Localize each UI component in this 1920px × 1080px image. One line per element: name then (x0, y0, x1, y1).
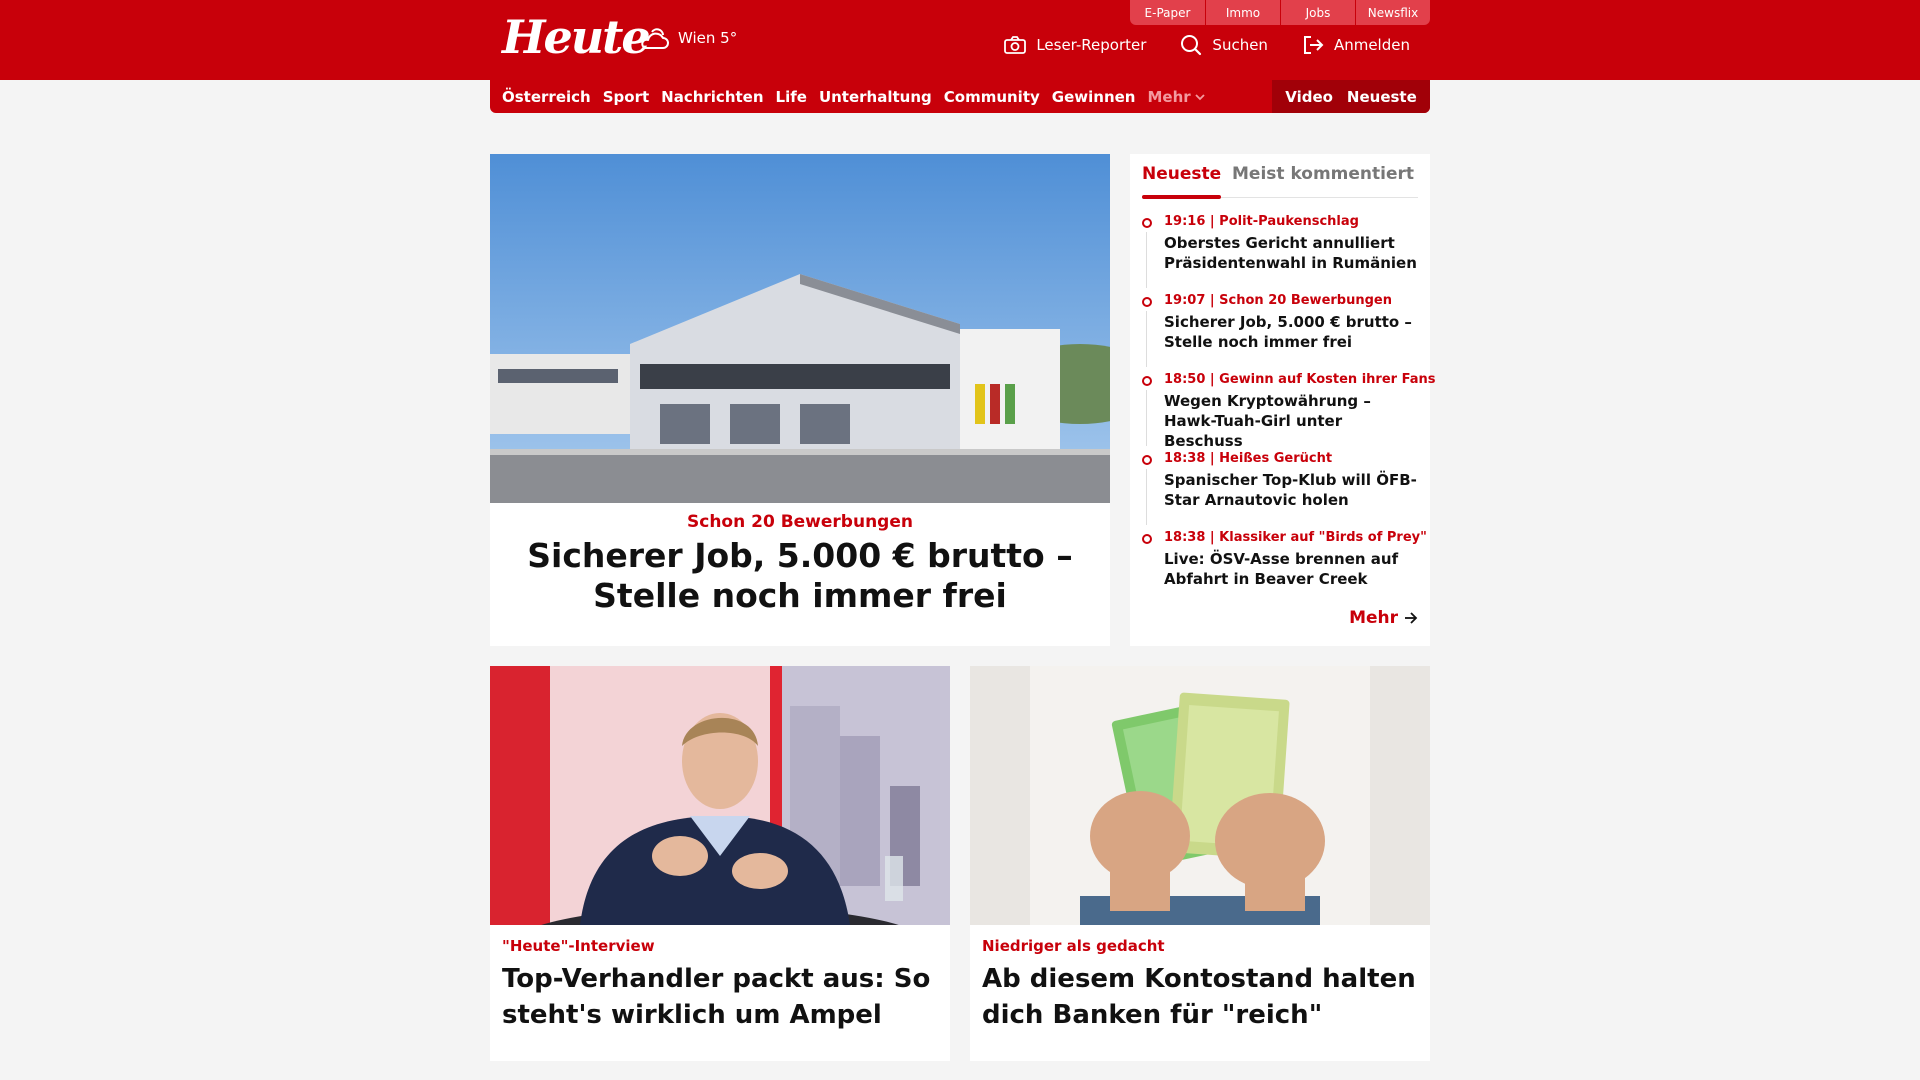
camera-icon (1004, 36, 1027, 54)
sidebar-more-label: Mehr (1349, 608, 1398, 628)
timeline-line (1146, 390, 1147, 446)
interview-photo-illustration (490, 666, 950, 925)
leser-reporter-label: Leser-Reporter (1036, 36, 1147, 54)
feed-item-title[interactable]: Live: ÖSV-Asse brennen auf Abfahrt in Be… (1164, 549, 1422, 589)
article-card-banks[interactable]: Niedriger als gedacht Ab diesem Kontosta… (970, 666, 1430, 1061)
news-feed: 19:16 | Polit-Paukenschlag Oberstes Geri… (1142, 214, 1436, 609)
header-actions: Leser-Reporter Suchen Anmelden (1004, 34, 1410, 56)
feed-item-title[interactable]: Wegen Kryptowährung – Hawk-Tuah-Girl unt… (1164, 391, 1422, 451)
feed-item-meta: 19:07 | Schon 20 Bewerbungen (1164, 293, 1392, 308)
weather-widget[interactable]: Wien 5° (638, 24, 737, 52)
feed-item-meta: 18:38 | Klassiker auf "Birds of Prey" (1164, 530, 1427, 545)
leser-reporter-button[interactable]: Leser-Reporter (1004, 36, 1146, 54)
login-button[interactable]: Anmelden (1302, 35, 1410, 55)
login-icon (1303, 36, 1324, 54)
search-label: Suchen (1212, 36, 1268, 54)
search-button[interactable]: Suchen (1180, 34, 1268, 56)
nav-item-life[interactable]: Life (776, 88, 807, 106)
login-label: Anmelden (1333, 36, 1410, 54)
search-icon (1181, 35, 1202, 56)
feed-item-meta: 19:16 | Polit-Paukenschlag (1164, 214, 1359, 229)
timeline-dot-icon (1142, 297, 1152, 307)
article-card-title[interactable]: Top-Verhandler packt aus: So steht's wir… (502, 961, 938, 1033)
hero-image[interactable] (490, 154, 1110, 503)
nav-right-group: Video Neueste (1272, 80, 1430, 113)
nav-more-dropdown[interactable]: Mehr (1147, 87, 1205, 106)
nav-item-neueste[interactable]: Neueste (1347, 88, 1417, 106)
hero-kicker: Schon 20 Bewerbungen (687, 512, 913, 532)
site-logo[interactable]: Heute (502, 12, 651, 62)
nav-items: Österreich Sport Nachrichten Life Unterh… (502, 80, 1205, 113)
weather-text: Wien 5° (678, 29, 738, 47)
nav-item-gewinnen[interactable]: Gewinnen (1052, 88, 1136, 106)
service-tab-newsflix[interactable]: Newsflix (1355, 0, 1430, 25)
nav-item-oesterreich[interactable]: Österreich (502, 88, 591, 106)
timeline-line (1146, 232, 1147, 288)
nav-item-nachrichten[interactable]: Nachrichten (661, 88, 763, 106)
money-photo-illustration (970, 666, 1430, 925)
timeline-line (1146, 469, 1147, 525)
sidebar-tabs: Neueste Meist kommentiert (1142, 154, 1418, 199)
article-card-interview[interactable]: "Heute"-Interview Top-Verhandler packt a… (490, 666, 950, 1061)
article-card-image[interactable] (490, 666, 950, 925)
feed-item-title[interactable]: Spanischer Top-Klub will ÖFB-Star Arnaut… (1164, 470, 1422, 510)
timeline-dot-icon (1142, 534, 1152, 544)
service-tab-jobs[interactable]: Jobs (1280, 0, 1355, 25)
chevron-down-icon (1195, 93, 1205, 100)
feed-item[interactable]: 19:16 | Polit-Paukenschlag Oberstes Geri… (1142, 214, 1422, 293)
timeline-dot-icon (1142, 455, 1152, 465)
feed-item-meta: 18:50 | Gewinn auf Kosten ihrer Fans (1164, 372, 1436, 387)
latest-news-sidebar: Neueste Meist kommentiert 19:16 | Polit-… (1130, 154, 1436, 646)
feed-item[interactable]: 18:50 | Gewinn auf Kosten ihrer Fans Weg… (1142, 372, 1436, 451)
nav-more-label: Mehr (1147, 87, 1191, 106)
hero-title[interactable]: Sicherer Job, 5.000 € brutto – Stelle no… (510, 536, 1090, 616)
service-tab-immo[interactable]: Immo (1205, 0, 1280, 25)
article-card-kicker: "Heute"-Interview (502, 937, 655, 955)
service-tabs: E-Paper Immo Jobs Newsflix (1130, 0, 1430, 25)
sidebar-more-link[interactable]: Mehr (1349, 608, 1418, 628)
article-card-kicker: Niedriger als gedacht (982, 937, 1165, 955)
timeline-line (1146, 311, 1147, 367)
article-card-title[interactable]: Ab diesem Kontostand halten dich Banken … (982, 961, 1418, 1033)
header-inner: Heute Wien 5° E-Paper Immo Jobs Newsflix… (490, 0, 1430, 80)
service-tab-epaper[interactable]: E-Paper (1130, 0, 1205, 25)
feed-item-title[interactable]: Sicherer Job, 5.000 € brutto – Stelle no… (1164, 312, 1422, 352)
hero-photo-illustration (490, 154, 1110, 503)
feed-item-title[interactable]: Oberstes Gericht annulliert Präsidentenw… (1164, 233, 1422, 273)
feed-item[interactable]: 19:07 | Schon 20 Bewerbungen Sicherer Jo… (1142, 293, 1422, 372)
nav-item-video[interactable]: Video (1285, 88, 1333, 106)
nav-item-sport[interactable]: Sport (603, 88, 649, 106)
arrow-right-icon (1405, 612, 1418, 624)
hero-article[interactable]: Schon 20 Bewerbungen Sicherer Job, 5.000… (490, 154, 1110, 646)
feed-item[interactable]: 18:38 | Heißes Gerücht Spanischer Top-Kl… (1142, 451, 1422, 530)
timeline-dot-icon (1142, 376, 1152, 386)
article-card-image[interactable] (970, 666, 1430, 925)
feed-item[interactable]: 18:38 | Klassiker auf "Birds of Prey" Li… (1142, 530, 1427, 609)
feed-item-meta: 18:38 | Heißes Gerücht (1164, 451, 1333, 466)
tab-neueste[interactable]: Neueste (1142, 164, 1222, 199)
nav-item-community[interactable]: Community (944, 88, 1040, 106)
cloud-sun-icon (641, 28, 669, 49)
nav-item-unterhaltung[interactable]: Unterhaltung (819, 88, 932, 106)
main-nav: Österreich Sport Nachrichten Life Unterh… (490, 80, 1430, 113)
timeline-dot-icon (1142, 218, 1152, 228)
tab-meist-kommentiert[interactable]: Meist kommentiert (1232, 164, 1414, 184)
